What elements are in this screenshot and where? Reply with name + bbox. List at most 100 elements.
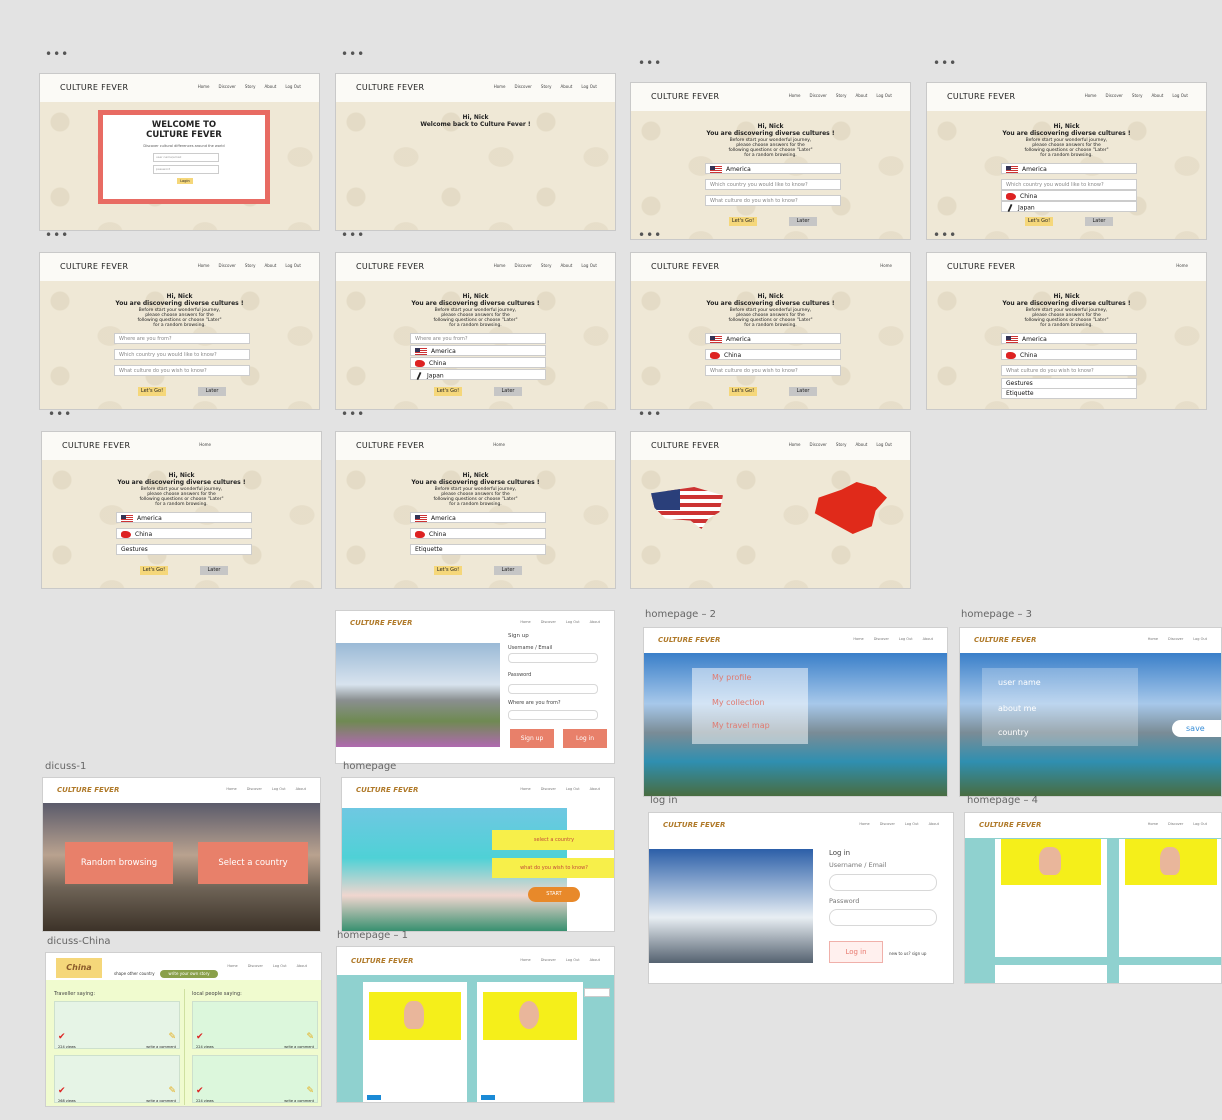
frame-options-icon[interactable]: ••• [638,57,662,69]
country-select[interactable]: China [1001,349,1137,360]
later-button[interactable]: Later [198,387,226,396]
what-know-field[interactable]: what do you wish to know? [492,858,614,878]
save-button[interactable]: save [1172,720,1221,737]
post-card[interactable] [363,982,467,1102]
origin-select[interactable]: America [1001,163,1137,174]
nav-links[interactable]: Home Discover Log Out About [520,620,600,624]
nav-links[interactable]: Home Discover Story About Log Out [1085,93,1188,98]
nav-links[interactable]: Home Discover Log Out About [227,964,307,968]
country-select[interactable]: Which country you would like to know? [705,179,841,190]
nav-links[interactable]: Home Discover Story About Log Out [494,263,597,268]
nav-links[interactable]: Home [880,263,892,268]
select-country-button[interactable]: Select a country [198,842,308,884]
culture-select[interactable]: Etiquette [410,544,546,555]
frame-options-icon[interactable]: ••• [45,229,69,241]
culture-select[interactable]: Gestures [116,544,252,555]
lets-go-button[interactable]: Let's Go! [434,566,462,575]
menu-travel-map[interactable]: My travel map [712,721,770,730]
post-card[interactable] [477,982,583,1102]
menu-collection[interactable]: My collection [712,698,765,707]
frame-options-icon[interactable]: ••• [341,408,365,420]
origin-select[interactable]: Where are you from? [410,333,546,344]
nav-links[interactable]: Home [1176,263,1188,268]
culture-select[interactable]: What culture do you wish to know? [1001,365,1137,376]
post-card[interactable] [995,839,1107,957]
login-button[interactable]: Login [177,178,193,184]
frame-options-icon[interactable]: ••• [341,229,365,241]
option-japan[interactable]: Japan [410,369,546,380]
signup-link[interactable]: new to us? sign up [889,951,926,956]
select-country-field[interactable]: select a country [492,830,614,850]
lets-go-button[interactable]: Let's Go! [1025,217,1053,226]
password-input[interactable] [508,684,598,694]
nav-links[interactable]: Home Discover Log Out About [859,822,939,826]
nav-links[interactable]: Home Discover Log Out [1148,822,1207,826]
option-japan[interactable]: Japan [1001,201,1137,212]
frame-options-icon[interactable]: ••• [48,408,72,420]
username-input[interactable]: user name/email [153,153,219,162]
later-button[interactable]: Later [494,566,522,575]
origin-select[interactable]: America [705,333,841,344]
post-card[interactable] [995,965,1107,983]
origin-select[interactable]: America [410,512,546,523]
frame-options-icon[interactable]: ••• [45,48,69,60]
random-browsing-button[interactable]: Random browsing [65,842,173,884]
username-input[interactable] [508,653,598,663]
post-card[interactable] [1119,965,1221,983]
option-china[interactable]: China [410,357,546,368]
about-me-field[interactable]: about me [998,704,1036,713]
later-button[interactable]: Later [494,387,522,396]
country-select[interactable]: China [410,528,546,539]
culture-select[interactable]: What culture do you wish to know? [705,365,841,376]
country-select[interactable]: China [116,528,252,539]
nav-links[interactable]: Home Discover Log Out About [520,958,600,962]
post-card[interactable] [1119,839,1221,957]
password-input[interactable] [829,909,937,926]
frame-options-icon[interactable]: ••• [933,229,957,241]
country-select[interactable]: Which country you would like to know? [114,349,250,360]
traveler-post[interactable]: ✔ ✎ 268 views write a comment [54,1055,180,1103]
username-input[interactable] [829,874,937,891]
culture-select[interactable]: What culture do you wish to know? [114,365,250,376]
write-story-button[interactable]: write your own story [160,970,218,978]
shape-other-country-link[interactable]: shape other country [114,971,155,976]
lets-go-button[interactable]: Let's Go! [434,387,462,396]
frame-options-icon[interactable]: ••• [638,229,662,241]
nav-links[interactable]: Home [493,442,505,447]
later-button[interactable]: Later [789,217,817,226]
nav-links[interactable]: Home Discover Story About Log Out [198,84,301,89]
nav-links[interactable]: Home Discover Log Out About [226,787,306,791]
local-post[interactable]: ✔ ✎ 224 views write a comment [192,1001,318,1049]
later-button[interactable]: Later [1085,217,1113,226]
frame-options-icon[interactable]: ••• [638,408,662,420]
country-field[interactable]: country [998,728,1029,737]
frame-options-icon[interactable]: ••• [341,48,365,60]
nav-links[interactable]: Home [199,442,211,447]
nav-links[interactable]: Home Discover Log Out About [853,637,933,641]
option-china[interactable]: China [1001,190,1137,201]
nav-links[interactable]: Home Discover Story About Log Out [789,442,892,447]
start-button[interactable]: START [528,887,580,902]
nav-links[interactable]: Home Discover Log Out About [520,787,600,791]
later-button[interactable]: Later [200,566,228,575]
lets-go-button[interactable]: Let's Go! [140,566,168,575]
lets-go-button[interactable]: Let's Go! [729,217,757,226]
culture-select[interactable]: What culture do you wish to know? [705,195,841,206]
frame-options-icon[interactable]: ••• [933,57,957,69]
signup-button[interactable]: Sign up [510,729,554,748]
nav-links[interactable]: Home Discover Log Out [1148,637,1207,641]
origin-select[interactable]: America [116,512,252,523]
country-select[interactable]: Which country you would like to know? [1001,179,1137,190]
nav-links[interactable]: Home Discover Story About Log Out [494,84,597,89]
password-input[interactable]: password [153,165,219,174]
lets-go-button[interactable]: Let's Go! [138,387,166,396]
later-button[interactable]: Later [789,387,817,396]
user-name-field[interactable]: user name [998,678,1041,687]
login-button[interactable]: Log in [829,941,883,963]
origin-select[interactable]: Where are you from? [114,333,250,344]
nav-links[interactable]: Home Discover Story About Log Out [789,93,892,98]
origin-select[interactable]: America [1001,333,1137,344]
option-america[interactable]: America [410,345,546,356]
origin-select[interactable]: America [705,163,841,174]
login-button[interactable]: Log in [563,729,607,748]
